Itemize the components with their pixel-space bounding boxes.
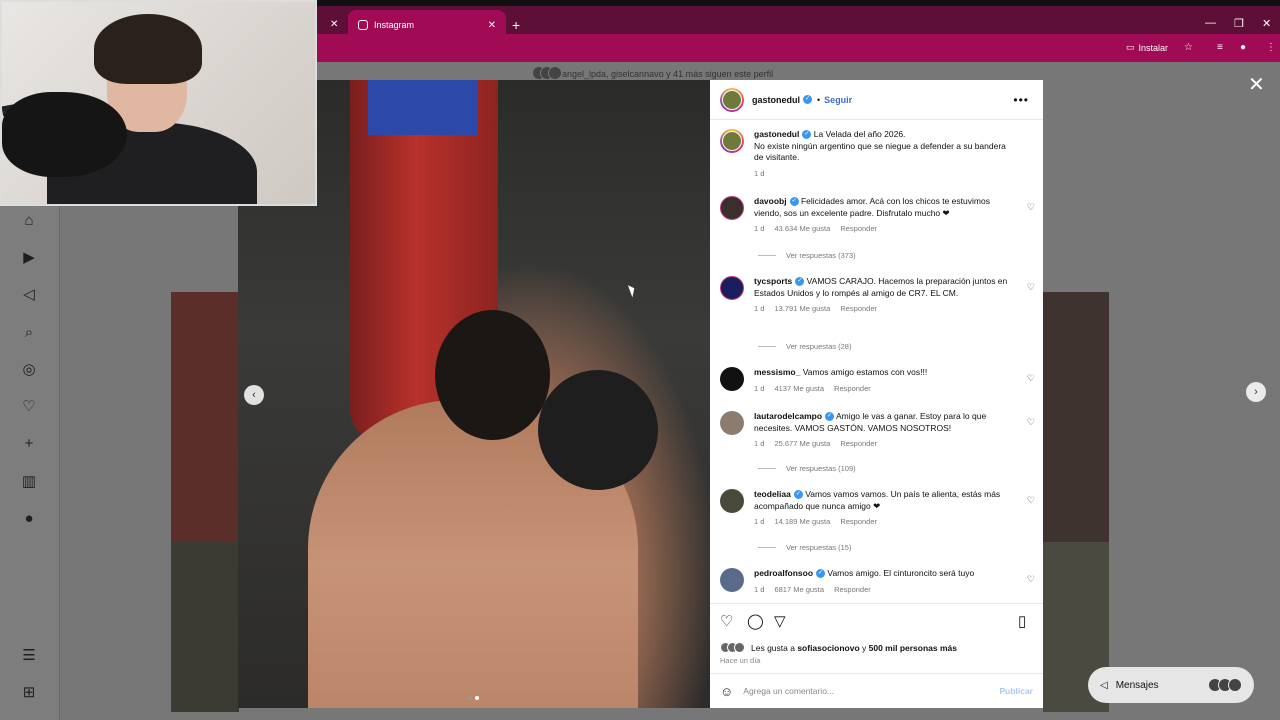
post-time: Hace un día xyxy=(720,656,761,665)
messages-button[interactable]: ◁ Mensajes xyxy=(1088,667,1254,703)
home-icon[interactable]: ⌂ xyxy=(20,212,38,230)
likes-summary[interactable]: Les gusta a sofiasocionovo y 500 mil per… xyxy=(720,642,957,653)
grid-tile[interactable] xyxy=(171,292,239,542)
like-comment-heart-icon[interactable]: ♡ xyxy=(1027,495,1035,506)
menu-kebab-icon[interactable]: ⋮ xyxy=(1266,42,1276,53)
follow-button[interactable]: Seguir xyxy=(824,95,852,105)
author-avatar[interactable] xyxy=(720,87,744,112)
messages-send-icon: ◁ xyxy=(1100,679,1108,691)
tab-title: Instagram xyxy=(374,20,415,30)
explore-icon[interactable]: ◎ xyxy=(20,361,38,379)
like-comment-heart-icon[interactable]: ♡ xyxy=(1027,574,1035,585)
close-tab-icon[interactable]: ✕ xyxy=(488,20,496,31)
emoji-icon[interactable]: ☺ xyxy=(720,684,733,699)
bookmark-star-icon[interactable]: ☆ xyxy=(1184,42,1193,53)
notifications-heart-icon[interactable]: ♡ xyxy=(20,398,38,416)
grid-tile[interactable] xyxy=(171,542,239,712)
webcam-overlay xyxy=(0,0,317,206)
like-heart-icon[interactable]: ♡ xyxy=(720,612,733,630)
post-actions: ♡ ◯ ▽ ▯ Les gusta a sofiasocionovo y 500… xyxy=(710,603,1043,665)
commenter-avatar[interactable] xyxy=(720,489,744,513)
comment-icon[interactable]: ◯ xyxy=(747,612,764,630)
reels-icon[interactable]: ▶ xyxy=(20,249,38,267)
commenter-avatar[interactable] xyxy=(720,276,744,300)
dashboard-icon[interactable]: ▥ xyxy=(20,473,38,491)
new-tab-icon[interactable]: + xyxy=(512,17,520,33)
restore-icon[interactable]: ❐ xyxy=(1234,17,1244,30)
reply-button[interactable]: Responder xyxy=(840,439,877,448)
more-menu-icon[interactable]: ☰ xyxy=(20,647,38,665)
like-comment-heart-icon[interactable]: ♡ xyxy=(1027,202,1035,213)
view-replies[interactable]: Ver respuestas (28) xyxy=(758,342,851,351)
verified-badge-icon: ✓ xyxy=(789,197,799,207)
boxer-head xyxy=(435,310,550,440)
bag-flag-stripe xyxy=(368,80,478,135)
send-icon[interactable]: ◁ xyxy=(20,286,38,304)
commenter-avatar[interactable] xyxy=(720,367,744,391)
verified-badge-icon: ✓ xyxy=(816,569,826,579)
like-comment-heart-icon[interactable]: ♡ xyxy=(1027,282,1035,293)
commenter-avatar[interactable] xyxy=(720,411,744,435)
view-replies[interactable]: Ver respuestas (109) xyxy=(758,464,856,473)
search-icon[interactable]: ⌕ xyxy=(20,324,38,342)
grid-tile[interactable] xyxy=(1043,292,1109,542)
media-control-icon[interactable]: ≡ xyxy=(1217,42,1223,53)
verified-badge-icon: ✓ xyxy=(825,412,835,422)
author-avatar[interactable] xyxy=(720,129,744,153)
install-button[interactable]: ▭ Instalar xyxy=(1126,42,1168,53)
create-plus-icon[interactable]: + xyxy=(20,435,38,453)
carousel-dots xyxy=(468,696,479,700)
options-icon[interactable]: ••• xyxy=(1013,93,1029,107)
publish-button[interactable]: Publicar xyxy=(999,686,1033,696)
instagram-favicon-icon xyxy=(358,20,368,30)
reply-button[interactable]: Responder xyxy=(840,517,877,526)
reply-button[interactable]: Responder xyxy=(840,304,877,313)
post-header: gastonedul ✓ • Seguir ••• xyxy=(710,80,1043,120)
close-tab-icon[interactable]: ✕ xyxy=(330,19,338,30)
share-icon[interactable]: ▽ xyxy=(774,612,786,630)
boxing-glove xyxy=(538,370,658,490)
commenter-avatar[interactable] xyxy=(720,568,744,592)
install-icon: ▭ xyxy=(1126,42,1135,52)
minimize-icon[interactable]: — xyxy=(1205,17,1216,29)
add-comment-bar: ☺ Agrega un comentario... Publicar xyxy=(710,673,1043,708)
verified-badge-icon: ✓ xyxy=(803,95,813,104)
view-replies[interactable]: Ver respuestas (373) xyxy=(758,251,856,260)
post-panel: gastonedul ✓ • Seguir ••• gastonedul ✓ La… xyxy=(710,80,1043,708)
close-modal-icon[interactable]: ✕ xyxy=(1248,72,1265,97)
author-username[interactable]: gastonedul xyxy=(752,95,800,105)
close-window-icon[interactable]: ✕ xyxy=(1262,17,1271,30)
reply-button[interactable]: Responder xyxy=(834,384,871,393)
view-replies[interactable]: Ver respuestas (15) xyxy=(758,543,851,552)
reply-button[interactable]: Responder xyxy=(834,585,871,594)
like-comment-heart-icon[interactable]: ♡ xyxy=(1027,373,1035,384)
save-bookmark-icon[interactable]: ▯ xyxy=(1018,612,1026,630)
profile-avatar-icon[interactable]: ● xyxy=(1240,42,1246,53)
next-post-icon[interactable]: › xyxy=(1246,382,1266,402)
verified-badge-icon: ✓ xyxy=(795,277,805,287)
like-comment-heart-icon[interactable]: ♡ xyxy=(1027,417,1035,428)
verified-badge-icon: ✓ xyxy=(802,130,812,140)
comment-input[interactable]: Agrega un comentario... xyxy=(743,686,834,696)
verified-badge-icon: ✓ xyxy=(793,490,803,500)
commenter-avatar[interactable] xyxy=(720,196,744,220)
carousel-prev-icon[interactable]: ‹ xyxy=(244,385,264,405)
profile-icon[interactable]: ● xyxy=(20,510,38,528)
also-from-meta-icon[interactable]: ⊞ xyxy=(20,684,38,702)
reply-button[interactable]: Responder xyxy=(840,224,877,233)
comments-list[interactable]: gastonedul ✓ La Velada del año 2026. No e… xyxy=(710,121,1043,601)
microphone xyxy=(2,92,127,177)
